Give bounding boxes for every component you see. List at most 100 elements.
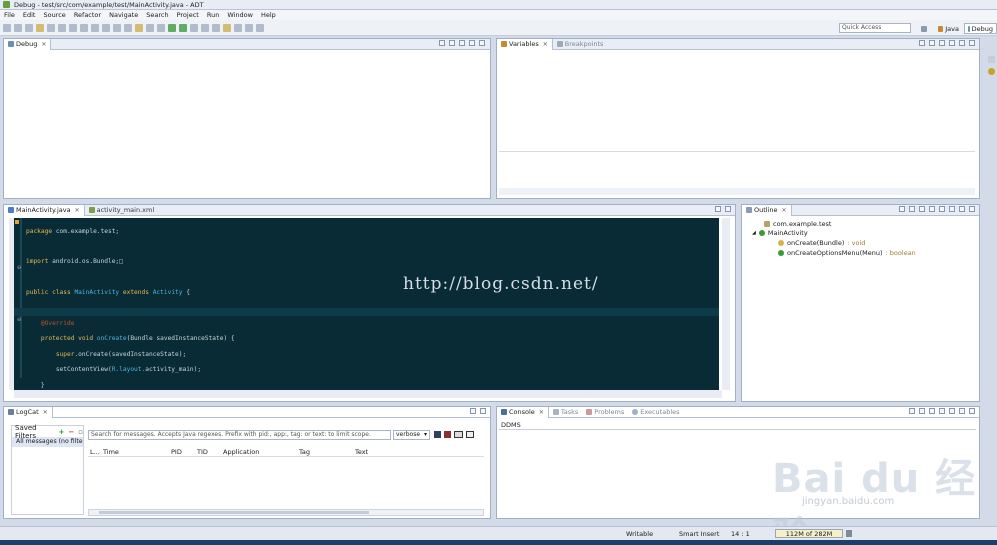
menu-window[interactable]: Window [227, 11, 253, 19]
use-step-filters-icon[interactable] [124, 23, 132, 32]
expand-icon[interactable]: ◢ [752, 230, 756, 236]
annotation-icon[interactable] [223, 23, 231, 32]
tab-tasks[interactable]: Tasks [549, 407, 582, 418]
menu-project[interactable]: Project [177, 11, 199, 19]
menu-source[interactable]: Source [43, 11, 65, 19]
scroll-lock-icon[interactable] [919, 408, 925, 414]
close-icon[interactable]: ✕ [539, 409, 544, 416]
scrollbar-thumb[interactable] [99, 511, 369, 514]
new-icon[interactable] [3, 23, 11, 32]
variables-detail-pane[interactable] [499, 151, 975, 186]
android-sdk-icon[interactable] [135, 23, 143, 32]
tab-console[interactable]: Console ✕ [497, 406, 549, 418]
tab-executables[interactable]: Executables [628, 407, 683, 418]
menu-file[interactable]: File [4, 11, 15, 19]
minimize-icon[interactable] [469, 40, 475, 46]
view-menu-icon[interactable] [949, 40, 955, 46]
minimize-icon[interactable] [470, 408, 476, 414]
step-over-icon[interactable] [91, 23, 99, 32]
collapse-all-icon[interactable] [939, 40, 945, 46]
suspend-icon[interactable] [58, 23, 66, 32]
gc-trash-icon[interactable] [846, 530, 852, 537]
run-icon[interactable] [179, 23, 187, 32]
maximize-icon[interactable] [725, 206, 731, 212]
logcat-search-input[interactable]: Search for messages. Accepts Java regexe… [88, 430, 391, 440]
debug-run-icon[interactable] [168, 23, 176, 32]
col-pid[interactable]: PID [171, 448, 197, 456]
open-type-icon[interactable] [212, 23, 220, 32]
hide-fields-icon[interactable] [919, 206, 925, 212]
hide-static-icon[interactable] [929, 206, 935, 212]
minimize-icon[interactable] [959, 206, 965, 212]
tab-debug[interactable]: Debug ✕ [4, 38, 52, 50]
horizontal-scrollbar[interactable] [14, 390, 722, 398]
tab-breakpoints[interactable]: Breakpoints [553, 39, 608, 50]
forward-icon[interactable] [256, 23, 264, 32]
hide-nonpublic-icon[interactable] [939, 206, 945, 212]
filter-all-messages[interactable]: All messages (no filters) [12, 437, 83, 447]
tab-logcat[interactable]: LogCat ✕ [4, 406, 53, 418]
quick-access-input[interactable]: Quick Access [839, 23, 911, 33]
save-log-icon[interactable] [434, 431, 441, 438]
tree-item-package[interactable]: com.example.test [748, 219, 975, 229]
maximize-icon[interactable] [969, 408, 975, 414]
collapse-icon[interactable] [449, 40, 455, 46]
maximize-icon[interactable] [480, 408, 486, 414]
sort-icon[interactable] [909, 206, 915, 212]
menu-search[interactable]: Search [146, 11, 168, 19]
perspective-debug[interactable]: Debug [964, 23, 997, 34]
log-level-select[interactable]: verbose ▾ [393, 430, 430, 440]
resume-icon[interactable] [47, 23, 55, 32]
step-return-icon[interactable] [102, 23, 110, 32]
menu-edit[interactable]: Edit [23, 11, 36, 19]
print-icon[interactable] [25, 23, 33, 32]
perspective-java[interactable]: Java [935, 23, 962, 34]
show-logical-icon[interactable] [929, 40, 935, 46]
new-java-class-icon[interactable] [201, 23, 209, 32]
display-saved-filters-icon[interactable] [454, 431, 463, 438]
tree-item-class[interactable]: ◢ MainActivity [748, 229, 975, 239]
close-icon[interactable]: ✕ [782, 207, 787, 214]
view-menu-icon[interactable] [949, 206, 955, 212]
maximize-icon[interactable] [969, 40, 975, 46]
external-tools-icon[interactable] [190, 23, 198, 32]
scroll-lock-icon[interactable] [466, 431, 474, 438]
close-icon[interactable]: ✕ [43, 409, 48, 416]
menu-help[interactable]: Help [261, 11, 276, 19]
tab-outline[interactable]: Outline ✕ [742, 204, 792, 216]
pin-console-icon[interactable] [929, 408, 935, 414]
maximize-icon[interactable] [969, 206, 975, 212]
search-icon[interactable] [234, 23, 242, 32]
menu-run[interactable]: Run [207, 11, 219, 19]
tree-item-method[interactable]: onCreate(Bundle) : void [748, 238, 975, 248]
maximize-icon[interactable] [479, 40, 485, 46]
clear-log-icon[interactable] [444, 431, 451, 438]
remove-filter-icon[interactable]: − [68, 428, 74, 436]
view-menu-icon[interactable] [459, 40, 465, 46]
fast-view-icon[interactable] [988, 56, 995, 63]
debug-icon[interactable] [36, 23, 44, 32]
edit-filter-icon[interactable]: ▫ [78, 428, 83, 436]
terminate-icon[interactable] [69, 23, 77, 32]
vertical-scrollbar[interactable] [722, 218, 730, 390]
remove-launches-icon[interactable] [439, 40, 445, 46]
step-into-icon[interactable] [80, 23, 88, 32]
col-time[interactable]: Time [103, 448, 171, 456]
minimize-icon[interactable] [959, 408, 965, 414]
col-text[interactable]: Text [355, 448, 368, 456]
save-icon[interactable] [14, 23, 22, 32]
back-icon[interactable] [245, 23, 253, 32]
menu-navigate[interactable]: Navigate [109, 11, 138, 19]
minimize-icon[interactable] [715, 206, 721, 212]
tab-variables[interactable]: Variables ✕ [497, 38, 553, 50]
tree-item-method[interactable]: onCreateOptionsMenu(Menu) : boolean [748, 248, 975, 258]
lint-icon[interactable] [157, 23, 165, 32]
close-icon[interactable]: ✕ [543, 41, 548, 48]
close-icon[interactable]: ✕ [41, 41, 46, 48]
horizontal-scrollbar[interactable] [499, 188, 975, 195]
collapse-all-icon[interactable] [899, 206, 905, 212]
tab-activity-main-xml[interactable]: activity_main.xml [85, 205, 159, 216]
info-icon[interactable] [988, 68, 995, 75]
horizontal-scrollbar[interactable] [88, 509, 484, 516]
add-filter-icon[interactable]: + [59, 428, 65, 436]
